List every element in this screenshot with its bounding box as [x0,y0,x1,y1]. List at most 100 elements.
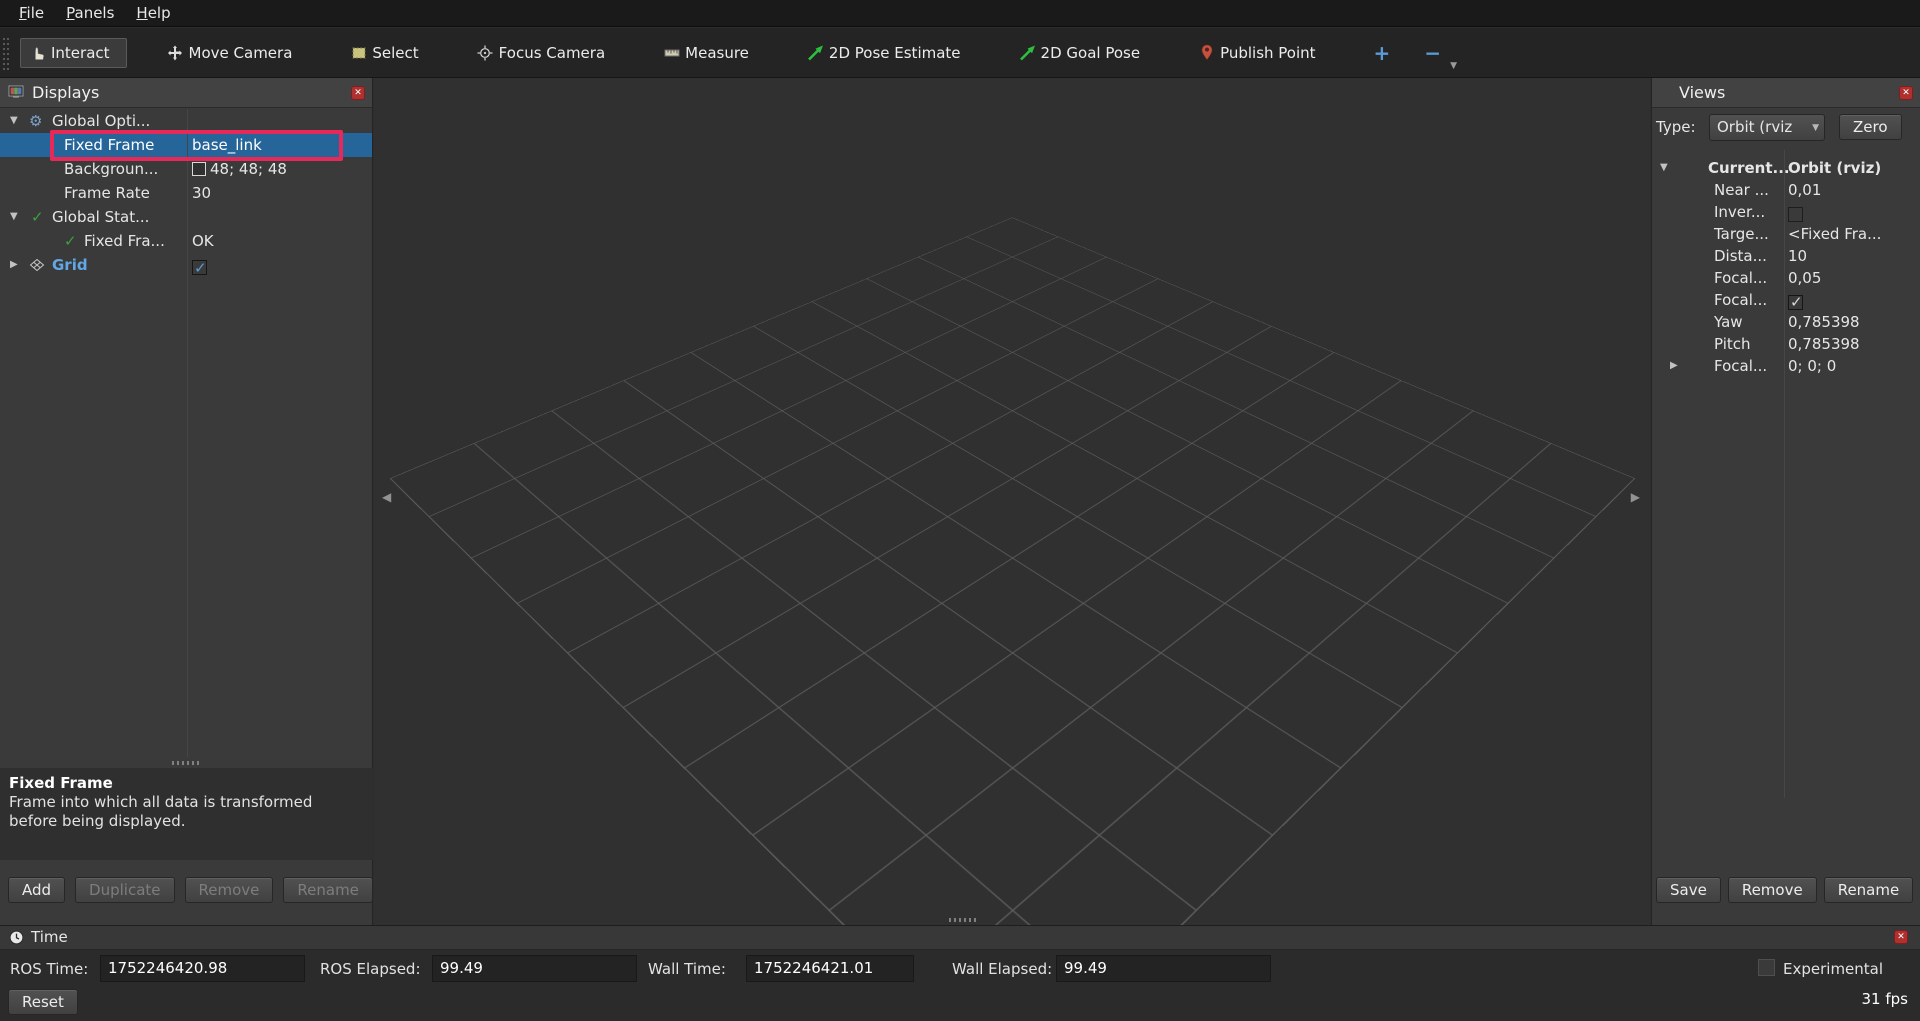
remove-button[interactable]: Remove [1728,877,1817,903]
tree-row-global-status[interactable]: ▼ ✓ Global Stat... [0,205,372,229]
splitter-collapse-right-icon[interactable]: ▶ [1631,490,1640,504]
remove-tool-button[interactable]: −▼ [1424,41,1441,65]
time-panel-titlebar[interactable]: Time ✕ [0,926,1920,950]
tree-row-value[interactable]: <Fixed Fra... [1788,223,1881,245]
menu-file[interactable]: File [8,1,55,25]
splitter-handle[interactable] [949,918,977,922]
select-tool-button[interactable]: Select [350,44,418,62]
tree-row-label: Dista... [1714,245,1767,267]
menu-bar: File Panels Help [0,0,1920,27]
hand-icon [29,44,46,61]
property-help-box: Fixed Frame Frame into which all data is… [0,768,373,860]
tree-row-background-color[interactable]: Backgroun... 48; 48; 48 [0,157,372,181]
close-icon[interactable]: ✕ [351,86,365,100]
add-tool-button[interactable]: + [1374,41,1391,65]
menu-panels[interactable]: Panels [55,1,125,25]
focal-shape-checkbox[interactable]: ✓ [1788,289,1803,311]
pose-estimate-tool-button[interactable]: 2D Pose Estimate [807,44,961,62]
clock-icon [9,930,24,945]
rename-button[interactable]: Rename [283,877,373,903]
tree-row-value: Orbit (rviz) [1788,157,1881,179]
close-icon[interactable]: ✕ [1899,86,1913,100]
tree-row-current-view[interactable]: ▼ Current... Orbit (rviz) [1652,157,1920,179]
wall-time-value: 1752246421.01 [746,955,914,982]
grid-icon [29,257,45,273]
tree-row-invert-z[interactable]: Inver... [1652,201,1920,223]
tree-row-value[interactable]: 0; 0; 0 [1788,355,1836,377]
color-swatch[interactable] [192,162,206,176]
tree-row-value[interactable]: 0,785398 [1788,333,1860,355]
splitter-handle[interactable] [172,761,200,765]
tree-row-value[interactable]: 48; 48; 48 [192,157,287,181]
add-button[interactable]: Add [8,877,65,903]
experimental-label: Experimental [1783,956,1883,982]
reset-button[interactable]: Reset [8,989,78,1015]
type-label: Type: [1656,118,1696,136]
tree-row-near-clip[interactable]: Near ... 0,01 [1652,179,1920,201]
tree-row-label: Global Opti... [52,109,150,133]
menu-help[interactable]: Help [125,1,181,25]
view-type-dropdown[interactable]: Orbit (rviz ▼ [1709,114,1825,141]
focus-camera-tool-button[interactable]: Focus Camera [477,44,605,62]
tool-label: Interact [51,44,110,62]
ros-time-label: ROS Time: [10,956,88,982]
save-button[interactable]: Save [1656,877,1721,903]
collapse-arrow-icon[interactable]: ▼ [1660,157,1668,179]
displays-panel-titlebar[interactable]: Displays ✕ [0,78,372,108]
tree-row-yaw[interactable]: Yaw 0,785398 [1652,311,1920,333]
tree-row-focal-shape-size[interactable]: Focal... 0,05 [1652,267,1920,289]
interact-tool-button[interactable]: Interact [20,38,127,68]
splitter-collapse-left-icon[interactable]: ◀ [382,490,391,504]
measure-tool-button[interactable]: Measure [663,44,749,62]
tree-row-target-frame[interactable]: Targe... <Fixed Fra... [1652,223,1920,245]
duplicate-button[interactable]: Duplicate [75,877,174,903]
help-text: Frame into which all data is transformed… [9,793,312,830]
tree-row-value: OK [192,229,214,253]
tree-row-value[interactable]: 10 [1788,245,1807,267]
focus-crosshair-icon [477,44,494,61]
tree-row-focal-shape-fixed[interactable]: Focal... ✓ [1652,289,1920,311]
zero-button[interactable]: Zero [1839,114,1902,140]
tree-row-distance[interactable]: Dista... 10 [1652,245,1920,267]
toolbar-grip-handle[interactable] [3,36,10,70]
tree-row-label: Fixed Frame [64,133,154,157]
tree-row-label: Focal... [1714,355,1767,377]
invert-z-checkbox[interactable] [1788,201,1803,223]
tree-row-grid[interactable]: ▶ Grid ✓ [0,253,372,277]
tree-column-divider[interactable] [1784,150,1785,798]
collapse-arrow-icon[interactable]: ▼ [10,109,18,133]
tool-label: 2D Goal Pose [1041,44,1141,62]
expand-arrow-icon[interactable]: ▶ [10,253,18,277]
tree-row-value[interactable]: 0,01 [1788,179,1821,201]
green-arrow-icon [807,44,824,61]
tool-label: 2D Pose Estimate [829,44,961,62]
check-icon: ✓ [31,205,44,229]
tree-row-fixed-frame[interactable]: Fixed Frame base_link [0,133,372,157]
rename-button[interactable]: Rename [1824,877,1914,903]
tool-label: Select [372,44,418,62]
publish-point-tool-button[interactable]: Publish Point [1198,44,1315,62]
views-buttons: Save Remove Rename [1656,877,1913,903]
tree-row-value[interactable]: 30 [192,181,211,205]
tree-row-focal-point[interactable]: ▶ Focal... 0; 0; 0 [1652,355,1920,377]
tree-row-label: Backgroun... [64,157,158,181]
tree-column-divider[interactable] [187,109,188,757]
tree-row-value[interactable]: base_link [192,133,262,157]
remove-button[interactable]: Remove [185,877,274,903]
expand-arrow-icon[interactable]: ▶ [1670,355,1678,377]
close-icon[interactable]: ✕ [1894,930,1908,944]
grid-enabled-checkbox[interactable]: ✓ [192,253,207,277]
render-viewport[interactable]: ◀ ▶ [374,78,1650,925]
tree-row-pitch[interactable]: Pitch 0,785398 [1652,333,1920,355]
collapse-arrow-icon[interactable]: ▼ [10,205,18,229]
goal-pose-tool-button[interactable]: 2D Goal Pose [1019,44,1141,62]
move-camera-tool-button[interactable]: Move Camera [167,44,293,62]
tool-label: Publish Point [1220,44,1315,62]
tree-row-fixed-frame-status[interactable]: ✓ Fixed Fra... OK [0,229,372,253]
experimental-checkbox[interactable] [1758,959,1775,976]
tree-row-frame-rate[interactable]: Frame Rate 30 [0,181,372,205]
tree-row-value[interactable]: 0,785398 [1788,311,1860,333]
tree-row-global-options[interactable]: ▼ ⚙ Global Opti... [0,109,372,133]
views-panel-titlebar[interactable]: Views ✕ [1652,78,1920,108]
tree-row-value[interactable]: 0,05 [1788,267,1821,289]
